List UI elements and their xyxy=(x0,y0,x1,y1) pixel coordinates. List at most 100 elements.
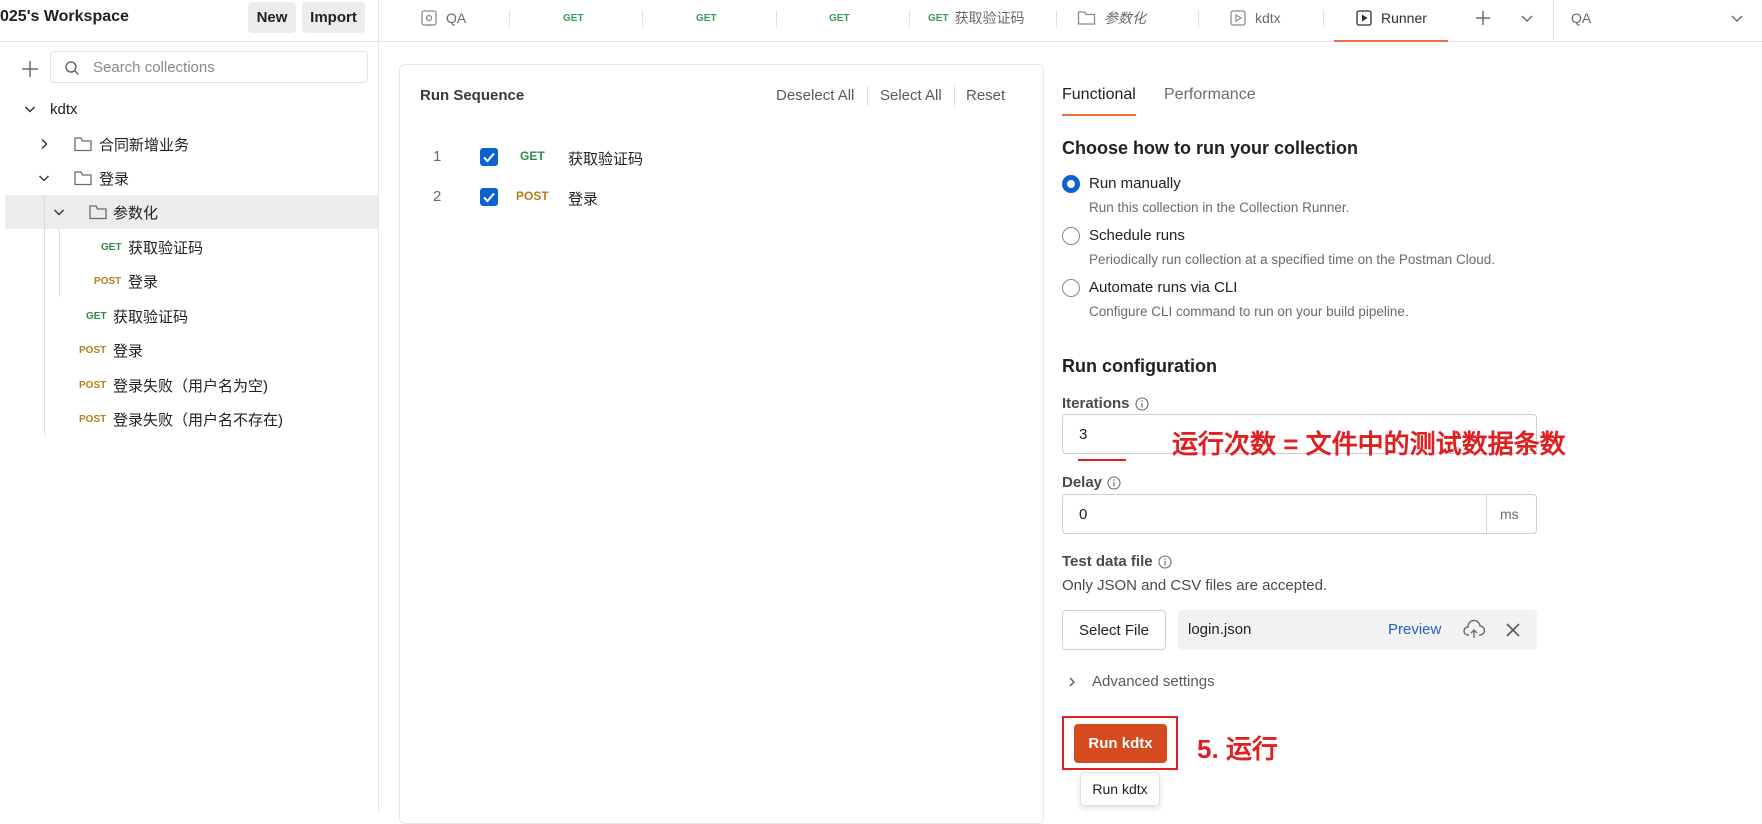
run-collection-button[interactable]: Run kdtx xyxy=(1074,724,1167,763)
advanced-settings-label: Advanced settings xyxy=(1092,673,1215,690)
tab-functional[interactable]: Functional xyxy=(1062,86,1136,104)
advanced-settings-toggle[interactable]: Advanced settings xyxy=(1066,673,1215,690)
sequence-index: 1 xyxy=(433,148,442,165)
automate-cli-radio[interactable] xyxy=(1062,279,1080,297)
tree-request-post-login-sub[interactable]: POST 登录 xyxy=(5,264,378,298)
method-badge-get: GET xyxy=(696,12,717,24)
divider xyxy=(954,86,955,106)
tree-folder-contract[interactable]: 合同新增业务 xyxy=(5,127,378,161)
environment-selected: QA xyxy=(1571,10,1592,26)
iterations-label: Iterations xyxy=(1062,395,1149,412)
sequence-request-label[interactable]: 获取验证码 xyxy=(568,148,643,169)
tabs-overflow-chevron-down-icon[interactable] xyxy=(1519,10,1535,26)
tree-request-post-login-fail-empty[interactable]: POST 登录失败（用户名为空) xyxy=(5,368,378,402)
tree-label: 登录 xyxy=(128,273,159,291)
method-badge-get: GET xyxy=(520,149,545,163)
tab-qa-environment[interactable]: QA xyxy=(420,0,466,36)
deselect-all-button[interactable]: Deselect All xyxy=(776,87,854,104)
tab-divider xyxy=(776,10,777,27)
cloud-upload-icon[interactable] xyxy=(1463,619,1485,641)
data-file-label: Test data file xyxy=(1062,553,1172,570)
active-tab-indicator xyxy=(1334,40,1448,42)
tab-get-request-3[interactable]: GET xyxy=(829,0,856,36)
tree-label: 参数化 xyxy=(113,204,159,222)
new-button[interactable]: New xyxy=(248,2,296,33)
run-sequence-title: Run Sequence xyxy=(420,87,525,104)
search-input[interactable] xyxy=(93,52,361,82)
tab-get-request-2[interactable]: GET xyxy=(696,0,723,36)
tree-collection-kdtx[interactable]: kdtx xyxy=(5,92,378,126)
run-config-heading: Run configuration xyxy=(1062,356,1217,376)
run-sequence-panel xyxy=(399,64,1044,824)
chevron-right-icon xyxy=(1069,677,1075,686)
method-badge-post: POST xyxy=(94,276,122,287)
run-mode-heading: Choose how to run your collection xyxy=(1062,138,1359,158)
tab-runner[interactable]: Runner xyxy=(1355,0,1427,36)
tree-label: kdtx xyxy=(50,100,78,118)
tab-divider xyxy=(1323,10,1324,27)
tab-collection-kdtx[interactable]: kdtx xyxy=(1229,0,1281,36)
folder-icon xyxy=(89,205,107,220)
tab-performance[interactable]: Performance xyxy=(1164,86,1256,104)
checkmark-icon xyxy=(483,152,495,163)
tab-divider xyxy=(509,10,510,27)
info-icon[interactable] xyxy=(1107,475,1121,490)
run-button-tooltip: Run kdtx xyxy=(1080,772,1160,806)
chevron-down-icon[interactable] xyxy=(52,205,66,219)
tree-label: 登录失败（用户名为空) xyxy=(113,377,268,395)
tree-label: 登录 xyxy=(113,342,144,360)
reset-button[interactable]: Reset xyxy=(966,87,1005,104)
delay-label: Delay xyxy=(1062,474,1121,491)
info-icon[interactable] xyxy=(1158,554,1172,569)
info-icon[interactable] xyxy=(1134,396,1149,411)
tree-request-get-captcha-sub[interactable]: GET 获取验证码 xyxy=(5,230,378,264)
tree-label: 登录 xyxy=(99,170,130,188)
chevron-down-icon[interactable] xyxy=(23,102,37,116)
data-file-label-text: Test data file xyxy=(1062,553,1153,570)
tree-folder-parameterize[interactable]: 参数化 xyxy=(5,195,378,229)
method-badge-post: POST xyxy=(79,345,107,356)
collection-icon xyxy=(1229,9,1247,27)
option-label[interactable]: Automate runs via CLI xyxy=(1089,279,1237,296)
preview-link[interactable]: Preview xyxy=(1388,621,1441,638)
delay-input[interactable]: 0 ms xyxy=(1062,494,1537,534)
sequence-checkbox[interactable] xyxy=(480,148,498,166)
tree-request-get-captcha[interactable]: GET 获取验证码 xyxy=(5,299,378,333)
tree-label: 获取验证码 xyxy=(113,308,189,326)
close-icon[interactable] xyxy=(1504,621,1522,639)
option-description: Run this collection in the Collection Ru… xyxy=(1089,200,1350,215)
tab-label: 获取验证码 xyxy=(954,10,1025,26)
select-all-button[interactable]: Select All xyxy=(880,87,942,104)
new-tab-plus-icon[interactable] xyxy=(1473,8,1493,28)
tree-request-post-login[interactable]: POST 登录 xyxy=(5,333,378,367)
select-file-button[interactable]: Select File xyxy=(1062,610,1166,650)
search-box[interactable] xyxy=(50,51,368,83)
chevron-down-icon[interactable] xyxy=(37,171,51,185)
add-collection-plus-icon[interactable] xyxy=(19,58,41,80)
tab-folder-parameterize[interactable]: 参数化 xyxy=(1077,0,1146,36)
environment-selector[interactable]: QA xyxy=(1571,0,1591,36)
method-badge-get: GET xyxy=(829,12,850,24)
workspace-title[interactable]: 025's Workspace xyxy=(0,8,129,26)
folder-icon xyxy=(1077,10,1096,26)
sequence-request-label[interactable]: 登录 xyxy=(568,188,598,209)
option-label[interactable]: Run manually xyxy=(1089,175,1181,192)
run-manually-radio[interactable] xyxy=(1062,175,1080,193)
tree-request-post-login-fail-notexist[interactable]: POST 登录失败（用户名不存在) xyxy=(5,402,378,436)
import-button[interactable]: Import xyxy=(302,2,365,33)
sequence-checkbox[interactable] xyxy=(480,188,498,206)
chevron-right-icon[interactable] xyxy=(37,137,51,151)
schedule-runs-radio[interactable] xyxy=(1062,227,1080,245)
tree-folder-login[interactable]: 登录 xyxy=(5,161,378,195)
search-icon xyxy=(64,60,80,76)
active-tab-indicator xyxy=(1062,114,1136,116)
tab-get-captcha[interactable]: GET 获取验证码 xyxy=(928,0,1025,36)
option-label[interactable]: Schedule runs xyxy=(1089,227,1185,244)
annotation-run-note: 5. 运行 xyxy=(1197,734,1278,764)
selected-file-chip: login.json Preview xyxy=(1178,610,1537,650)
checkmark-icon xyxy=(483,192,495,203)
environment-chevron-down-icon[interactable] xyxy=(1729,10,1745,26)
method-badge-get: GET xyxy=(928,12,949,24)
tree-label: 登录失败（用户名不存在) xyxy=(113,411,283,429)
tab-get-request-1[interactable]: GET xyxy=(563,0,590,36)
